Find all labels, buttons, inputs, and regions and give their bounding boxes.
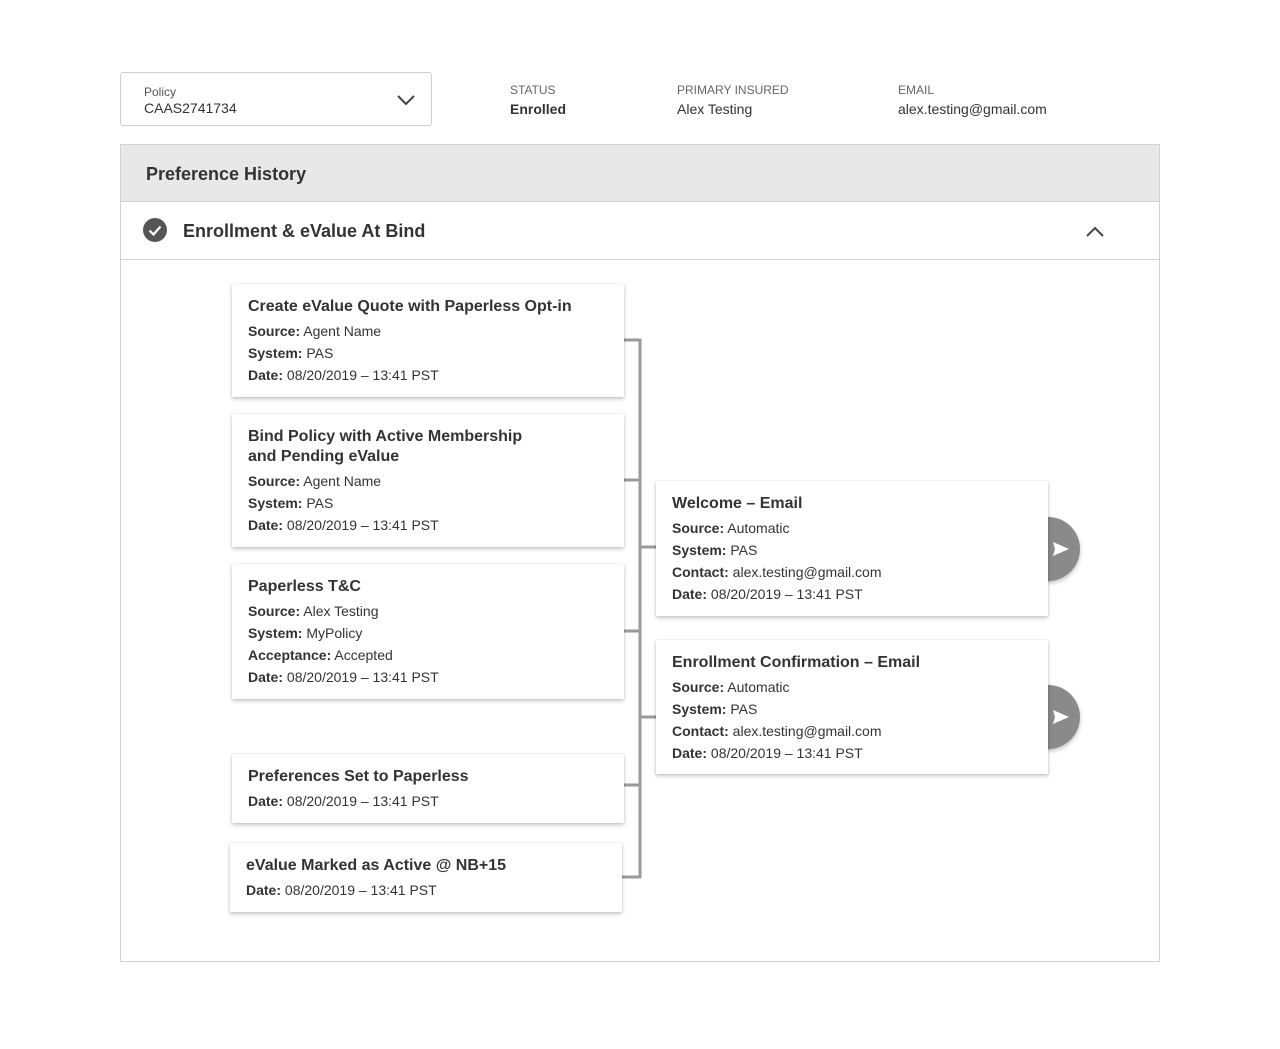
communication-field: Date: 08/20/2019 – 13:41 PST (672, 583, 1032, 605)
field-label: Date: (672, 586, 708, 602)
field-label: Source: (248, 603, 301, 619)
field-value: Automatic (727, 520, 790, 536)
field-value: Alex Testing (303, 603, 379, 619)
event-title: Paperless T&C (248, 578, 361, 595)
event-field: Source: Agent Name (248, 470, 608, 492)
event-field: System: PAS (248, 342, 608, 364)
field-value: Automatic (727, 679, 790, 695)
field-label: Acceptance: (248, 647, 332, 663)
event-card: Preferences Set to Paperless Date: 08/20… (232, 754, 624, 823)
field-label: Contact: (672, 564, 729, 580)
event-field: Date: 08/20/2019 – 13:41 PST (248, 790, 608, 812)
field-label: System: (248, 345, 303, 361)
field-value: PAS (730, 701, 758, 717)
event-field: System: PAS (248, 492, 608, 514)
event-card: Create eValue Quote with Paperless Opt-i… (232, 284, 624, 397)
event-field: Date: 08/20/2019 – 13:41 PST (248, 666, 608, 688)
field-label: System: (248, 625, 303, 641)
field-value: alex.testing@gmail.com (732, 564, 882, 580)
event-card: Paperless T&C Source: Alex Testing Syste… (232, 564, 624, 699)
field-label: Date: (672, 745, 708, 761)
communication-field: System: PAS (672, 539, 1032, 561)
field-label: Source: (672, 520, 725, 536)
field-value: PAS (306, 495, 334, 511)
field-label: System: (248, 495, 303, 511)
field-value: 08/20/2019 – 13:41 PST (286, 517, 439, 533)
send-icon (1053, 710, 1069, 724)
field-label: Date: (248, 793, 284, 809)
event-field: System: MyPolicy (248, 622, 608, 644)
field-label: Date: (248, 517, 284, 533)
event-field: Acceptance: Accepted (248, 644, 608, 666)
field-value: Agent Name (303, 323, 382, 339)
field-label: Date: (246, 882, 282, 898)
event-title: Preferences Set to Paperless (248, 768, 469, 785)
communication-field: Contact: alex.testing@gmail.com (672, 561, 1032, 583)
event-field: Date: 08/20/2019 – 13:41 PST (248, 364, 608, 386)
field-label: System: (672, 542, 727, 558)
communication-field: Source: Automatic (672, 676, 1032, 698)
field-value: PAS (730, 542, 758, 558)
communication-field: Source: Automatic (672, 517, 1032, 539)
field-label: Date: (248, 367, 284, 383)
event-field: Date: 08/20/2019 – 13:41 PST (246, 879, 606, 901)
field-value: 08/20/2019 – 13:41 PST (284, 882, 437, 898)
event-card: Bind Policy with Active Membership and P… (232, 414, 624, 547)
communication-field: Date: 08/20/2019 – 13:41 PST (672, 742, 1032, 764)
field-label: System: (672, 701, 727, 717)
event-card: eValue Marked as Active @ NB+15 Date: 08… (230, 843, 622, 912)
event-field: Date: 08/20/2019 – 13:41 PST (248, 514, 608, 536)
field-label: Date: (248, 669, 284, 685)
communication-title: Welcome – Email (672, 495, 803, 512)
field-label: Source: (672, 679, 725, 695)
event-title: Bind Policy with Active Membership and P… (248, 428, 523, 465)
communication-card: Welcome – Email Source: Automatic System… (656, 481, 1048, 616)
field-value: PAS (306, 345, 334, 361)
field-value: 08/20/2019 – 13:41 PST (286, 367, 439, 383)
field-value: 08/20/2019 – 13:41 PST (710, 745, 863, 761)
field-label: Contact: (672, 723, 729, 739)
field-value: MyPolicy (306, 625, 363, 641)
communication-card: Enrollment Confirmation – Email Source: … (656, 640, 1048, 774)
event-title: eValue Marked as Active @ NB+15 (246, 857, 507, 874)
communication-title: Enrollment Confirmation – Email (672, 654, 921, 671)
communication-field: System: PAS (672, 698, 1032, 720)
event-field: Source: Agent Name (248, 320, 608, 342)
field-value: 08/20/2019 – 13:41 PST (286, 669, 439, 685)
event-field: Source: Alex Testing (248, 600, 608, 622)
timeline-connectors (622, 338, 656, 879)
communication-field: Contact: alex.testing@gmail.com (672, 720, 1032, 742)
field-value: 08/20/2019 – 13:41 PST (286, 793, 439, 809)
field-value: Accepted (334, 647, 393, 663)
event-title: Create eValue Quote with Paperless Opt-i… (248, 298, 572, 315)
field-label: Source: (248, 473, 301, 489)
field-value: 08/20/2019 – 13:41 PST (710, 586, 863, 602)
send-icon (1053, 542, 1069, 556)
field-value: alex.testing@gmail.com (732, 723, 882, 739)
field-label: Source: (248, 323, 301, 339)
field-value: Agent Name (303, 473, 382, 489)
